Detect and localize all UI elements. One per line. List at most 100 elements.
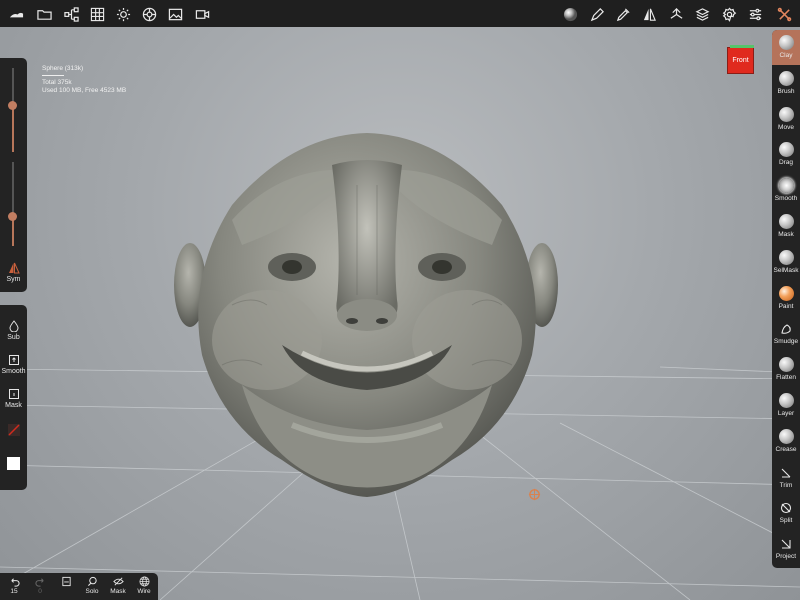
project-icon [781, 539, 791, 549]
tool-label: Smooth [774, 195, 798, 203]
solo-button[interactable]: Solo [79, 576, 105, 595]
tool-flatten[interactable]: Flatten [772, 352, 800, 387]
smooth-toggle[interactable]: Smooth [0, 354, 27, 375]
mask-visibility-label: Mask [110, 588, 126, 595]
material-icon[interactable] [140, 5, 158, 23]
wireframe-button[interactable]: Wire [131, 576, 157, 595]
symmetry-toggle[interactable]: Sym [0, 262, 27, 283]
grid-icon[interactable] [88, 5, 106, 23]
top-toolbar [0, 0, 800, 27]
tool-split[interactable]: Split [772, 495, 800, 530]
tool-drag[interactable]: Drag [772, 137, 800, 172]
pivot-icon[interactable] [528, 488, 541, 501]
sliders-icon[interactable] [746, 5, 764, 23]
tool-label: Smudge [773, 338, 799, 346]
view-cube[interactable]: Front [727, 45, 754, 74]
undo-count: 15 [10, 588, 18, 595]
object-name: Sphere (313k) [42, 65, 84, 72]
search-icon [87, 576, 97, 587]
undo-button[interactable]: 15 [1, 576, 27, 595]
drop-icon [8, 320, 19, 332]
tool-label: Layer [777, 410, 795, 417]
radius-slider-fill [12, 105, 14, 152]
memory-usage: Used 100 MB, Free 4523 MB [42, 87, 127, 94]
layers-icon[interactable] [693, 5, 711, 23]
matcap-icon[interactable] [561, 5, 579, 23]
tool-smooth[interactable]: Smooth [772, 173, 800, 208]
split-icon [780, 503, 792, 514]
smooth-ball-icon [778, 178, 794, 194]
white-swatch [7, 457, 20, 470]
image-icon[interactable] [166, 5, 184, 23]
sculpt-mesh[interactable] [172, 125, 562, 505]
sub-toggle[interactable]: Sub [0, 320, 27, 341]
tool-label: Paint [778, 302, 794, 310]
tool-label: Split [779, 517, 793, 525]
3d-viewport[interactable]: Sphere (313k) Total 375k Used 100 MB, Fr… [0, 27, 800, 600]
flatten-ball-icon [778, 357, 794, 373]
view-cube-top[interactable] [730, 45, 754, 48]
mask-visibility-button[interactable]: Mask [105, 576, 131, 595]
paint-color-swatch[interactable] [0, 457, 27, 470]
redo-count: 0 [38, 588, 42, 595]
undo-icon [10, 578, 20, 587]
tool-crease[interactable]: Crease [772, 424, 800, 459]
tool-trim[interactable]: Trim [772, 460, 800, 495]
selmask-ball-icon [778, 249, 794, 265]
history-button[interactable] [53, 576, 79, 587]
tool-mask[interactable]: Mask [772, 209, 800, 244]
mask-box-icon [8, 389, 19, 399]
redo-button[interactable]: 0 [27, 576, 53, 595]
sub-label: Sub [7, 334, 20, 341]
paint-ball-icon [778, 285, 794, 301]
smudge-icon [781, 324, 791, 335]
tool-label: Mask [778, 231, 794, 238]
gizmo-icon[interactable] [667, 5, 685, 23]
scene-tree-icon[interactable] [62, 5, 80, 23]
layer-ball-icon [778, 393, 794, 408]
intensity-slider-knob[interactable] [8, 212, 17, 222]
tool-clay[interactable]: Clay [772, 30, 800, 65]
crease-ball-icon [778, 428, 794, 444]
tool-smudge[interactable]: Smudge [772, 316, 800, 351]
tool-selmask[interactable]: SelMask [772, 245, 800, 280]
pipette-icon[interactable] [614, 5, 632, 23]
tool-label: Move [778, 123, 794, 131]
settings-icon[interactable] [720, 5, 738, 23]
sym-label: Sym [6, 276, 21, 283]
stroke-color-swatch[interactable] [0, 423, 27, 437]
app-logo-icon[interactable] [7, 5, 25, 23]
tool-brush[interactable]: Brush [772, 66, 800, 101]
symmetry-icon[interactable] [640, 5, 658, 23]
tool-move[interactable]: Move [772, 102, 800, 137]
folder-icon[interactable] [35, 5, 53, 23]
tool-project[interactable]: Project [772, 531, 800, 566]
tool-paint[interactable]: Paint [772, 281, 800, 316]
tool-label: Brush [777, 87, 795, 95]
tool-panel: Clay Brush Move Drag Smooth Mask SelMask Paint S… [772, 30, 800, 568]
no-color-icon [7, 424, 20, 436]
clay-ball-icon [778, 35, 794, 50]
trim-icon [781, 468, 791, 478]
wireframe-icon [139, 576, 149, 587]
pen-icon[interactable] [588, 5, 606, 23]
brush-options-panel: Sub Smooth Mask [0, 305, 27, 490]
camera-icon[interactable] [193, 5, 211, 23]
history-icon [61, 576, 71, 587]
bottom-toolbar: 15 0 Solo Mask Wire [0, 573, 158, 600]
tool-label: Flatten [776, 374, 796, 382]
tool-layer[interactable]: Layer [772, 388, 800, 423]
tool-label: Project [775, 553, 797, 561]
mask-toggle[interactable]: Mask [0, 388, 27, 409]
view-cube-label: Front [732, 57, 749, 64]
move-ball-icon [778, 106, 794, 122]
radius-slider-knob[interactable] [8, 101, 17, 111]
drag-ball-icon [778, 142, 794, 158]
mask-label: Mask [5, 402, 22, 409]
tools-icon[interactable] [775, 5, 793, 23]
wireframe-label: Wire [137, 588, 151, 595]
tool-label: Drag [778, 159, 794, 167]
tool-label: Trim [779, 481, 793, 489]
light-icon[interactable] [114, 5, 132, 23]
redo-icon [34, 578, 44, 587]
